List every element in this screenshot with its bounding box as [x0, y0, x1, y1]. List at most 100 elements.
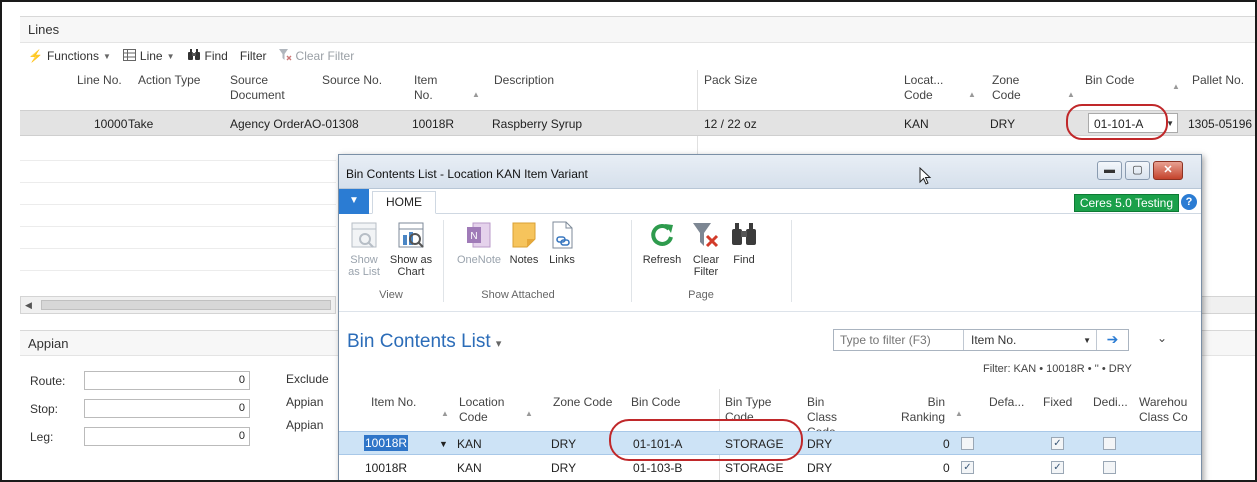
refresh-button[interactable]: Refresh — [639, 220, 685, 266]
find-ribbon-button[interactable]: Find — [727, 220, 761, 266]
chart-view-icon — [398, 222, 424, 248]
clear-filter-icon — [693, 223, 719, 248]
chevron-down-icon: ▼ — [166, 51, 175, 61]
col-header-zone-code[interactable]: Zone Code — [553, 395, 612, 410]
dedicated-checkbox[interactable] — [1103, 461, 1116, 474]
page-title[interactable]: Bin Contents List ▾ — [347, 331, 501, 353]
clear-filter-ribbon-button[interactable]: Clear Filter — [689, 220, 723, 278]
ribbon-separator — [443, 220, 444, 302]
col-header-line-no[interactable]: Line No. — [77, 73, 122, 88]
find-button[interactable]: Find — [187, 48, 228, 64]
col-header-action-type[interactable]: Action Type — [138, 73, 200, 88]
grid-row-divider — [20, 270, 336, 271]
col-header-item-no[interactable]: Item No. — [371, 395, 416, 410]
horizontal-scrollbar[interactable]: ◀ — [20, 296, 336, 314]
cell-item-no: 10018R — [412, 117, 455, 131]
links-button[interactable]: Links — [545, 220, 579, 266]
help-icon[interactable]: ? — [1181, 194, 1197, 210]
default-checkbox[interactable]: ✓ — [961, 461, 974, 474]
col-header-bin-code[interactable]: Bin Code — [1085, 73, 1134, 88]
cell-location: KAN — [457, 437, 482, 451]
environment-badge: Ceres 5.0 Testing — [1073, 194, 1179, 212]
line-menu[interactable]: Line ▼ — [122, 48, 175, 64]
filter-field-dropdown[interactable]: Item No. ▼ — [965, 330, 1095, 350]
arrow-right-icon[interactable]: ➔ — [1096, 330, 1128, 350]
col-header-dedicated[interactable]: Dedi... — [1093, 395, 1128, 410]
exclude-label: Exclude — [286, 372, 329, 386]
sort-indicator-icon: ▲ — [472, 90, 480, 99]
col-header-bin-ranking[interactable]: Bin Ranking — [901, 395, 945, 425]
tab-home[interactable]: HOME — [372, 191, 436, 214]
dedicated-checkbox[interactable] — [1103, 437, 1116, 450]
chevron-down-icon: ▼ — [1083, 336, 1091, 345]
cell-zone: DRY — [551, 461, 577, 475]
fixed-checkbox[interactable]: ✓ — [1051, 437, 1064, 450]
binoculars-icon — [187, 48, 201, 64]
col-header-default[interactable]: Defa... — [989, 395, 1024, 410]
col-header-zone-code[interactable]: Zone Code — [992, 73, 1042, 103]
leg-field[interactable]: 0 — [84, 427, 250, 446]
notes-button[interactable]: Notes — [507, 220, 541, 266]
ribbon-tab-bar: ▼ HOME Ceres 5.0 Testing ? — [339, 189, 1201, 214]
col-header-bin-code[interactable]: Bin Code — [631, 395, 680, 410]
cell-ranking: 0 — [943, 437, 950, 451]
col-header-pack-size[interactable]: Pack Size — [704, 73, 757, 88]
bin-contents-dialog: Bin Contents List - Location KAN Item Va… — [338, 154, 1202, 480]
col-header-item-no[interactable]: Item No. — [414, 73, 454, 103]
col-header-warehouse-class[interactable]: Warehou Class Co — [1139, 395, 1199, 425]
close-button[interactable]: ✕ — [1153, 161, 1183, 180]
cell-bin-class: DRY — [807, 461, 833, 475]
filter-input[interactable] — [834, 330, 964, 350]
scrollbar-thumb[interactable] — [41, 300, 331, 310]
col-header-pallet-no[interactable]: Pallet No. — [1192, 73, 1244, 88]
fixed-checkbox[interactable]: ✓ — [1051, 461, 1064, 474]
dialog-title-bar[interactable]: Bin Contents List - Location KAN Item Va… — [339, 155, 1201, 189]
cell-bin: 01-103-B — [633, 461, 683, 475]
col-header-description[interactable]: Description — [494, 73, 554, 88]
sort-indicator-icon: ▲ — [955, 409, 963, 418]
maximize-button[interactable]: ▢ — [1125, 161, 1150, 180]
lightning-icon: ⚡ — [28, 49, 43, 63]
show-as-chart-button[interactable]: Show as Chart — [389, 220, 433, 278]
cell-source-document: Agency Order — [230, 117, 305, 131]
cell-item-no[interactable]: 10018R — [364, 435, 409, 451]
quick-filter: Item No. ▼ ➔ — [833, 329, 1129, 351]
sort-indicator-icon: ▲ — [1172, 82, 1180, 91]
functions-menu[interactable]: ⚡ Functions ▼ — [28, 49, 111, 63]
lines-part-caption[interactable]: Lines — [20, 16, 1255, 43]
col-header-location-code[interactable]: Location Code — [459, 395, 519, 425]
col-header-location-code[interactable]: Locat... Code — [904, 73, 964, 103]
stop-field[interactable]: 0 — [84, 399, 250, 418]
default-checkbox[interactable] — [961, 437, 974, 450]
chevron-down-icon[interactable]: ▾ — [496, 338, 502, 350]
lines-toolbar: ⚡ Functions ▼ Line ▼ Find Filter Clear F… — [20, 44, 360, 68]
route-field[interactable]: 0 — [84, 371, 250, 390]
filter-button[interactable]: Filter — [240, 49, 267, 63]
grid-row-divider — [20, 248, 336, 249]
dialog-title: Bin Contents List - Location KAN Item Va… — [346, 167, 588, 181]
app-menu-button[interactable]: ▼ — [339, 189, 369, 214]
show-as-list-button[interactable]: Show as List — [347, 220, 381, 278]
minimize-button[interactable]: ▬ — [1097, 161, 1122, 180]
sort-indicator-icon: ▲ — [1067, 90, 1075, 99]
grid-row-divider — [20, 160, 336, 161]
chevron-down-icon: ▼ — [102, 51, 111, 61]
sort-indicator-icon: ▲ — [525, 409, 533, 418]
col-header-source-no[interactable]: Source No. — [322, 73, 382, 88]
ribbon-group-view: View — [379, 289, 403, 301]
cell-bin-class: DRY — [807, 437, 833, 451]
ribbon-group-show-attached: Show Attached — [481, 289, 555, 301]
col-header-fixed[interactable]: Fixed — [1043, 395, 1072, 410]
chevron-left-icon[interactable]: ◀ — [25, 300, 32, 311]
cell-description: Raspberry Syrup — [492, 117, 583, 131]
cell-zone: DRY — [551, 437, 577, 451]
ribbon-group-page: Page — [688, 289, 714, 301]
col-header-source-document[interactable]: Source Document — [230, 73, 300, 103]
clear-filter-button[interactable]: Clear Filter — [278, 48, 354, 64]
sort-indicator-icon: ▲ — [441, 409, 449, 418]
filter-summary: Filter: KAN • 10018R • '' • DRY — [983, 363, 1132, 375]
chevron-down-icon[interactable]: ▼ — [439, 439, 448, 449]
refresh-icon — [651, 223, 673, 246]
chevron-down-icon[interactable]: ⌄ — [1157, 331, 1167, 345]
onenote-button[interactable]: N OneNote — [453, 220, 505, 266]
